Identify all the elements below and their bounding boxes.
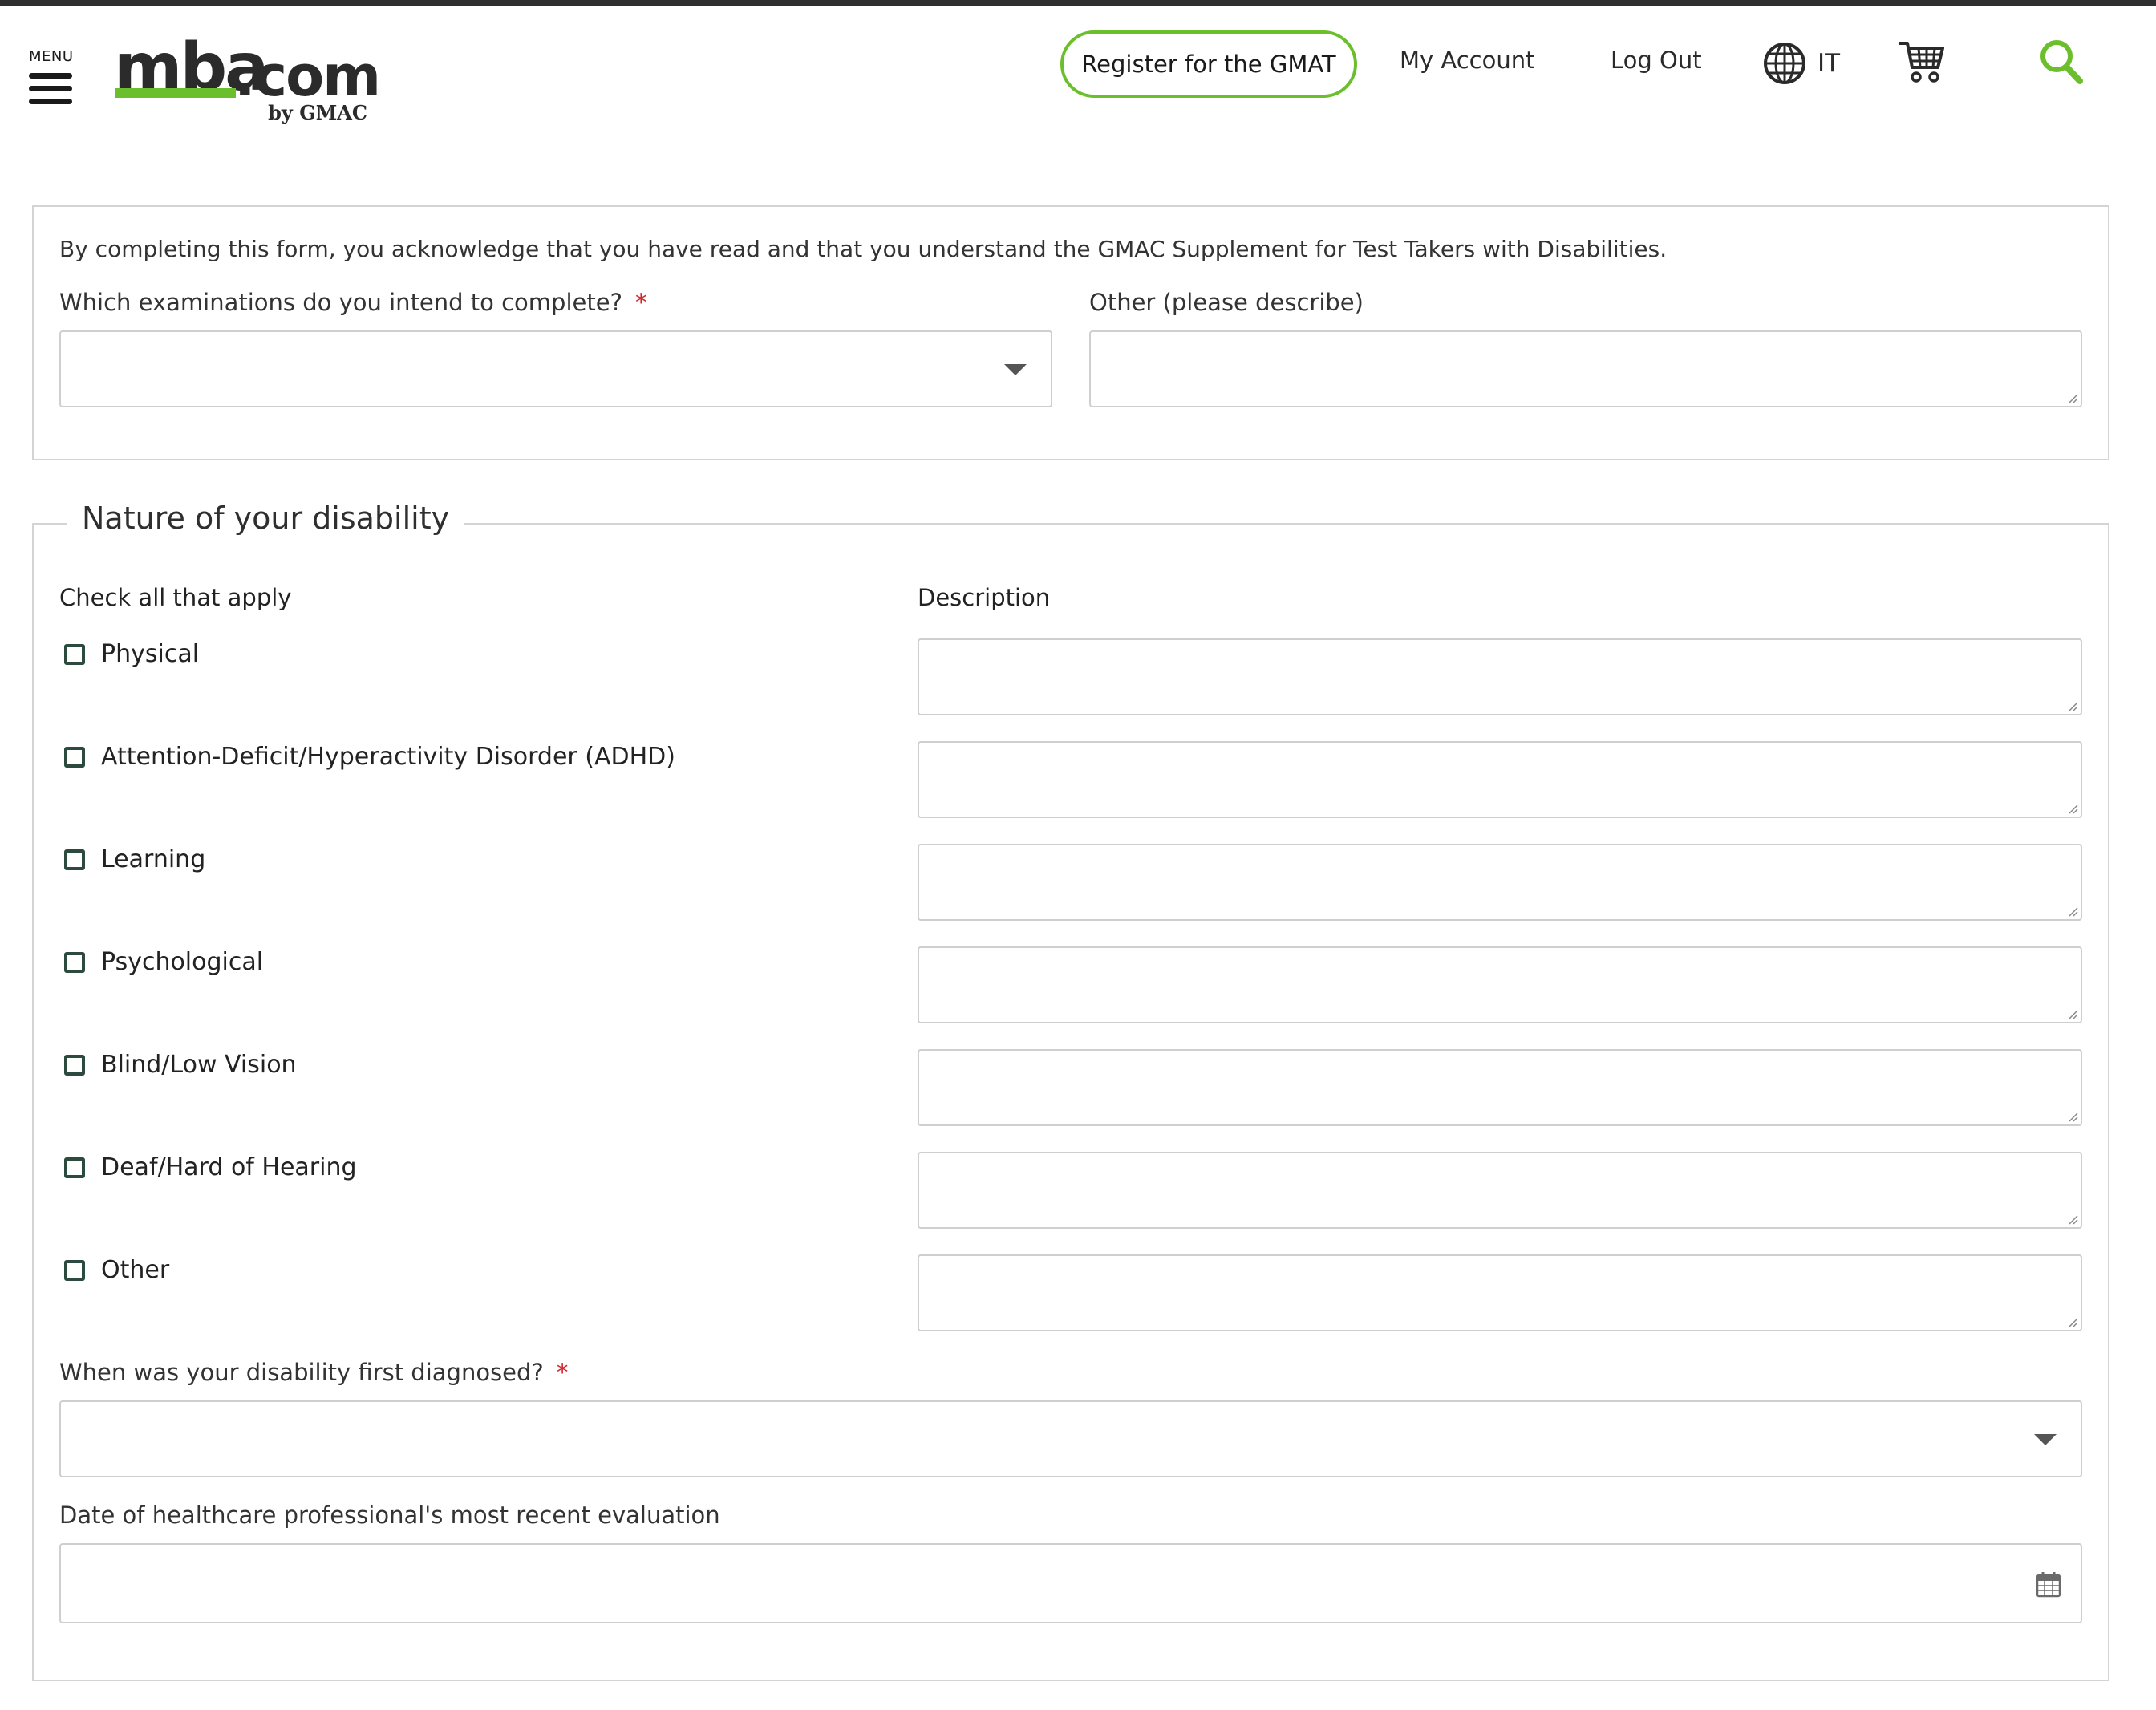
checkbox-box[interactable] xyxy=(64,1054,85,1076)
acknowledgement-text: By completing this form, you acknowledge… xyxy=(59,236,1668,262)
description-textarea-psychological[interactable] xyxy=(918,946,2082,1023)
description-textarea-learning[interactable] xyxy=(918,844,2082,921)
logo-com: .com xyxy=(234,43,381,109)
menu-icon xyxy=(29,73,74,104)
resize-grip-icon[interactable] xyxy=(2067,1316,2078,1327)
logo-by-gmac: by GMAC xyxy=(268,101,367,124)
search-button[interactable] xyxy=(2039,38,2084,88)
description-heading: Description xyxy=(918,584,1051,611)
checkbox-label: Blind/Low Vision xyxy=(101,1051,297,1079)
exams-label-text: Which examinations do you intend to comp… xyxy=(59,289,622,316)
search-icon xyxy=(2040,40,2083,84)
checkbox-label: Other xyxy=(101,1256,170,1284)
description-textarea-deaf-hard-of-hearing[interactable] xyxy=(918,1152,2082,1229)
diagnosed-select[interactable] xyxy=(59,1400,2082,1477)
caret-down-icon xyxy=(1004,364,1027,375)
cart-icon xyxy=(1899,42,1944,83)
other-exam-textarea[interactable] xyxy=(1089,330,2082,407)
checkbox-label: Physical xyxy=(101,640,200,668)
checkbox-label: Attention-Deficit/Hyperactivity Disorder… xyxy=(101,743,675,771)
evaluation-date-label: Date of healthcare professional's most r… xyxy=(59,1501,720,1529)
checkbox-other[interactable]: Other xyxy=(64,1256,169,1284)
disability-section: Nature of your disability Check all that… xyxy=(32,500,2109,1681)
exam-section: By completing this form, you acknowledge… xyxy=(32,205,2109,460)
exams-select[interactable] xyxy=(59,330,1052,407)
calendar-icon[interactable] xyxy=(2036,1570,2061,1598)
diagnosed-label: When was your disability first diagnosed… xyxy=(59,1359,568,1386)
resize-grip-icon[interactable] xyxy=(2067,392,2078,403)
diagnosed-label-text: When was your disability first diagnosed… xyxy=(59,1359,544,1386)
checkbox-box[interactable] xyxy=(64,1157,85,1178)
menu-button[interactable]: MENU xyxy=(29,48,74,111)
resize-grip-icon[interactable] xyxy=(2067,700,2078,711)
check-all-heading: Check all that apply xyxy=(59,584,292,611)
language-code: IT xyxy=(1818,49,1841,78)
site-logo[interactable]: mba .com by GMAC xyxy=(114,35,381,125)
checkbox-physical[interactable]: Physical xyxy=(64,640,199,668)
checkbox-box[interactable] xyxy=(64,746,85,768)
globe-icon xyxy=(1764,43,1805,84)
checkbox-adhd[interactable]: Attention-Deficit/Hyperactivity Disorder… xyxy=(64,743,675,771)
section-legend: Nature of your disability xyxy=(67,500,464,536)
register-gmat-button[interactable]: Register for the GMAT xyxy=(1060,30,1357,98)
language-selector[interactable]: IT xyxy=(1763,42,1840,85)
resize-grip-icon[interactable] xyxy=(2067,803,2078,814)
caret-down-icon xyxy=(2034,1434,2057,1445)
top-rule xyxy=(0,0,2156,6)
my-account-link[interactable]: My Account xyxy=(1400,47,1535,74)
resize-grip-icon[interactable] xyxy=(2067,1214,2078,1225)
checkbox-box[interactable] xyxy=(64,849,85,870)
resize-grip-icon[interactable] xyxy=(2067,1008,2078,1019)
checkbox-label: Deaf/Hard of Hearing xyxy=(101,1153,357,1181)
description-textarea-other[interactable] xyxy=(918,1254,2082,1331)
resize-grip-icon[interactable] xyxy=(2067,906,2078,917)
checkbox-learning[interactable]: Learning xyxy=(64,845,205,873)
checkbox-blind-low-vision[interactable]: Blind/Low Vision xyxy=(64,1051,297,1079)
description-textarea-blind-low-vision[interactable] xyxy=(918,1049,2082,1126)
resize-grip-icon[interactable] xyxy=(2067,1111,2078,1122)
cart-button[interactable] xyxy=(1898,38,1946,88)
logo-underline xyxy=(116,88,236,98)
required-marker: * xyxy=(634,289,647,316)
exams-label: Which examinations do you intend to comp… xyxy=(59,289,646,316)
checkbox-box[interactable] xyxy=(64,643,85,665)
required-marker: * xyxy=(556,1359,569,1386)
checkbox-label: Learning xyxy=(101,845,206,873)
checkbox-psychological[interactable]: Psychological xyxy=(64,948,263,976)
menu-label: MENU xyxy=(29,48,74,65)
checkbox-deaf-hard-of-hearing[interactable]: Deaf/Hard of Hearing xyxy=(64,1153,357,1181)
evaluation-date-input[interactable] xyxy=(59,1543,2082,1623)
description-textarea-physical[interactable] xyxy=(918,638,2082,715)
other-exam-label: Other (please describe) xyxy=(1089,289,1364,316)
log-out-link[interactable]: Log Out xyxy=(1611,47,1702,74)
checkbox-box[interactable] xyxy=(64,1259,85,1281)
description-textarea-adhd[interactable] xyxy=(918,741,2082,818)
checkbox-box[interactable] xyxy=(64,951,85,973)
checkbox-label: Psychological xyxy=(101,948,264,976)
